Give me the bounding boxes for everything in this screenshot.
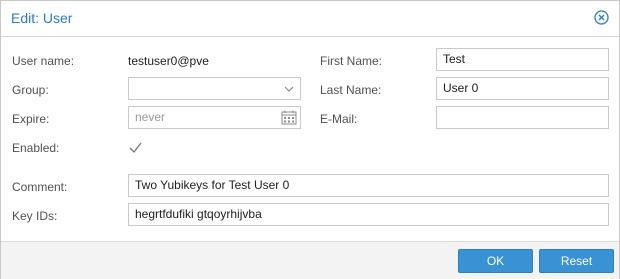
form-body: User name: testuser0@pve Group: Expire: … [1, 37, 619, 241]
enabled-label: Enabled: [12, 141, 60, 155]
edit-user-dialog: Edit: User User name: testuser0@pve Grou… [0, 0, 620, 279]
lastname-value: User 0 [443, 81, 479, 95]
email-label: E-Mail: [320, 112, 358, 126]
lastname-field[interactable]: User 0 [436, 77, 609, 100]
expire-placeholder: never [135, 110, 166, 124]
firstname-value: Test [443, 52, 466, 66]
dialog-title: Edit: User [11, 10, 73, 26]
dialog-titlebar: Edit: User [1, 1, 619, 37]
chevron-down-icon[interactable] [278, 78, 300, 99]
group-label: Group: [12, 83, 49, 97]
keyids-value: hegrtfdufiki gtqoyrhijvba [135, 207, 262, 221]
comment-field[interactable]: Two Yubikeys for Test User 0 [128, 174, 609, 197]
email-field[interactable] [436, 106, 609, 129]
ok-button[interactable]: OK [458, 249, 533, 273]
expire-date-field[interactable]: never [128, 106, 301, 129]
comment-value: Two Yubikeys for Test User 0 [135, 178, 290, 192]
reset-button[interactable]: Reset [539, 249, 614, 273]
group-select[interactable] [128, 77, 301, 100]
keyids-field[interactable]: hegrtfdufiki gtqoyrhijvba [128, 203, 609, 226]
keyids-label: Key IDs: [12, 209, 58, 223]
expire-label: Expire: [12, 112, 50, 126]
comment-label: Comment: [12, 180, 68, 194]
firstname-label: First Name: [320, 54, 383, 68]
firstname-field[interactable]: Test [436, 48, 609, 71]
dialog-footer: OK Reset [1, 241, 619, 279]
close-icon[interactable] [594, 10, 609, 25]
username-label: User name: [12, 54, 75, 68]
checkmark-icon [129, 142, 142, 154]
calendar-icon[interactable] [278, 107, 300, 128]
lastname-label: Last Name: [320, 83, 382, 97]
enabled-checkbox[interactable] [128, 140, 143, 155]
username-value: testuser0@pve [128, 54, 209, 68]
